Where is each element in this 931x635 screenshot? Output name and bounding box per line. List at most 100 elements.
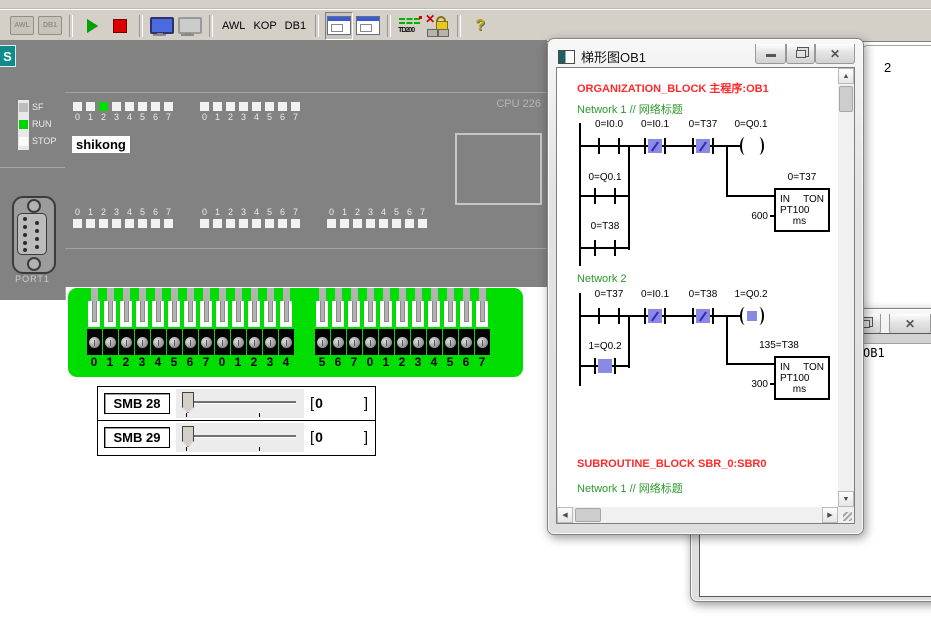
toggle-switch[interactable]: 2 <box>118 288 134 369</box>
io-led-label: 2 <box>228 113 233 122</box>
switch-lever[interactable] <box>140 301 145 322</box>
switch-label: 2 <box>123 356 130 369</box>
toggle-switch[interactable]: 7 <box>346 288 362 369</box>
io-led <box>151 219 160 228</box>
toggle-switch[interactable]: 6 <box>458 288 474 369</box>
switch-lever[interactable] <box>320 301 325 322</box>
maximize-button[interactable] <box>786 44 815 64</box>
switch-label: 1 <box>235 356 242 369</box>
monitor-button[interactable] <box>149 13 175 39</box>
toggle-switch[interactable]: 7 <box>198 288 214 369</box>
toggle-switch[interactable]: 5 <box>442 288 458 369</box>
switch-wire <box>203 288 210 301</box>
toggle-switch[interactable]: 4 <box>150 288 166 369</box>
monitor-off-button[interactable] <box>177 13 203 39</box>
awl-view-button[interactable]: AWL <box>219 13 248 39</box>
switch-lever[interactable] <box>416 301 421 322</box>
switch-lever[interactable] <box>92 301 97 322</box>
switch-lever[interactable] <box>464 301 469 322</box>
state-window-button[interactable] <box>355 13 381 39</box>
toggle-switch[interactable]: 1 <box>102 288 118 369</box>
horizontal-scrollbar[interactable]: ◀ ▶ <box>557 507 838 523</box>
switch-lever[interactable] <box>384 301 389 322</box>
open-db1-button[interactable]: DB1 <box>37 13 63 39</box>
switch-lever[interactable] <box>284 301 289 322</box>
toggle-switch[interactable]: 3 <box>410 288 426 369</box>
resize-grip[interactable] <box>843 512 852 521</box>
switch-lever[interactable] <box>352 301 357 322</box>
stop-button[interactable] <box>107 13 133 39</box>
ladder-window-button[interactable] <box>325 12 353 40</box>
toggle-switch[interactable]: 5 <box>314 288 330 369</box>
switch-lever[interactable] <box>268 301 273 322</box>
smb-slider-track[interactable] <box>176 389 304 418</box>
switch-slot <box>412 301 424 327</box>
close-button[interactable]: ✕ <box>815 44 855 64</box>
io-led-label: 0 <box>329 208 334 217</box>
minimize-button[interactable] <box>755 44 786 64</box>
slider-thumb[interactable] <box>182 392 194 413</box>
toggle-switch[interactable]: 7 <box>474 288 490 369</box>
scroll-up-button[interactable]: ▲ <box>838 68 854 84</box>
switch-lever[interactable] <box>204 301 209 322</box>
io-led <box>265 219 274 228</box>
run-button[interactable] <box>79 13 105 39</box>
nc-contact-active <box>692 308 714 324</box>
toggle-switch[interactable]: 2 <box>246 288 262 369</box>
toggle-switch[interactable]: 4 <box>426 288 442 369</box>
switch-lever[interactable] <box>172 301 177 322</box>
window-icon <box>558 50 575 64</box>
kop-view-button[interactable]: KOP <box>250 13 279 39</box>
switch-lever[interactable] <box>188 301 193 322</box>
toggle-switch[interactable]: 0 <box>362 288 378 369</box>
toggle-switch[interactable]: 3 <box>134 288 150 369</box>
switch-lever[interactable] <box>400 301 405 322</box>
switch-lever[interactable] <box>336 301 341 322</box>
toggle-switch[interactable]: 4 <box>278 288 294 369</box>
toggle-switch[interactable]: 3 <box>262 288 278 369</box>
scroll-down-button[interactable]: ▼ <box>838 491 854 507</box>
toggle-switch[interactable]: 2 <box>394 288 410 369</box>
switch-lever[interactable] <box>236 301 241 322</box>
io-led <box>239 219 248 228</box>
switch-lever[interactable] <box>156 301 161 322</box>
db1-view-button[interactable]: DB1 <box>282 13 309 39</box>
switch-lever[interactable] <box>448 301 453 322</box>
open-awl-button[interactable]: AWL <box>9 13 35 39</box>
toggle-switch[interactable]: 1 <box>230 288 246 369</box>
switch-lever[interactable] <box>220 301 225 322</box>
switch-lever[interactable] <box>108 301 113 322</box>
io-led-label: 6 <box>153 113 158 122</box>
toggle-switch[interactable]: 6 <box>182 288 198 369</box>
scroll-left-button[interactable]: ◀ <box>557 507 573 523</box>
vertical-scrollbar[interactable]: ▲ ▼ <box>838 68 854 507</box>
toggle-switch[interactable]: 5 <box>166 288 182 369</box>
switch-lever[interactable] <box>124 301 129 322</box>
vertical-scroll-thumb[interactable] <box>839 86 853 112</box>
io-led <box>164 102 173 111</box>
toggle-switch[interactable]: 6 <box>330 288 346 369</box>
unlock-button[interactable]: ✕ <box>425 13 451 39</box>
switch-lever[interactable] <box>432 301 437 322</box>
ladder-title-bar[interactable]: 梯形图OB1 <box>558 47 646 66</box>
switch-lever[interactable] <box>252 301 257 322</box>
help-button[interactable]: ? <box>467 13 493 39</box>
terminal-screw <box>477 337 488 348</box>
td200-button[interactable]: TD200 <box>397 13 423 39</box>
scroll-right-button[interactable]: ▶ <box>822 507 838 523</box>
switch-lever[interactable] <box>368 301 373 322</box>
io-led-label: 7 <box>166 113 171 122</box>
switch-lever[interactable] <box>480 301 485 322</box>
td200-icon: TD200 <box>398 16 422 36</box>
horizontal-scroll-thumb[interactable] <box>575 508 601 522</box>
slider-thumb[interactable] <box>182 426 194 447</box>
toggle-switch[interactable]: 0 <box>86 288 102 369</box>
output-led-group-1: 0 1 2 3 4 5 6 7 <box>73 208 173 228</box>
toggle-switch[interactable]: 1 <box>378 288 394 369</box>
led-cell: 2 <box>99 102 108 122</box>
close-button[interactable]: ✕ <box>889 314 931 334</box>
io-led <box>278 219 287 228</box>
terminal-block <box>103 329 118 355</box>
smb-slider-track[interactable] <box>176 423 304 452</box>
toggle-switch[interactable]: 0 <box>214 288 230 369</box>
